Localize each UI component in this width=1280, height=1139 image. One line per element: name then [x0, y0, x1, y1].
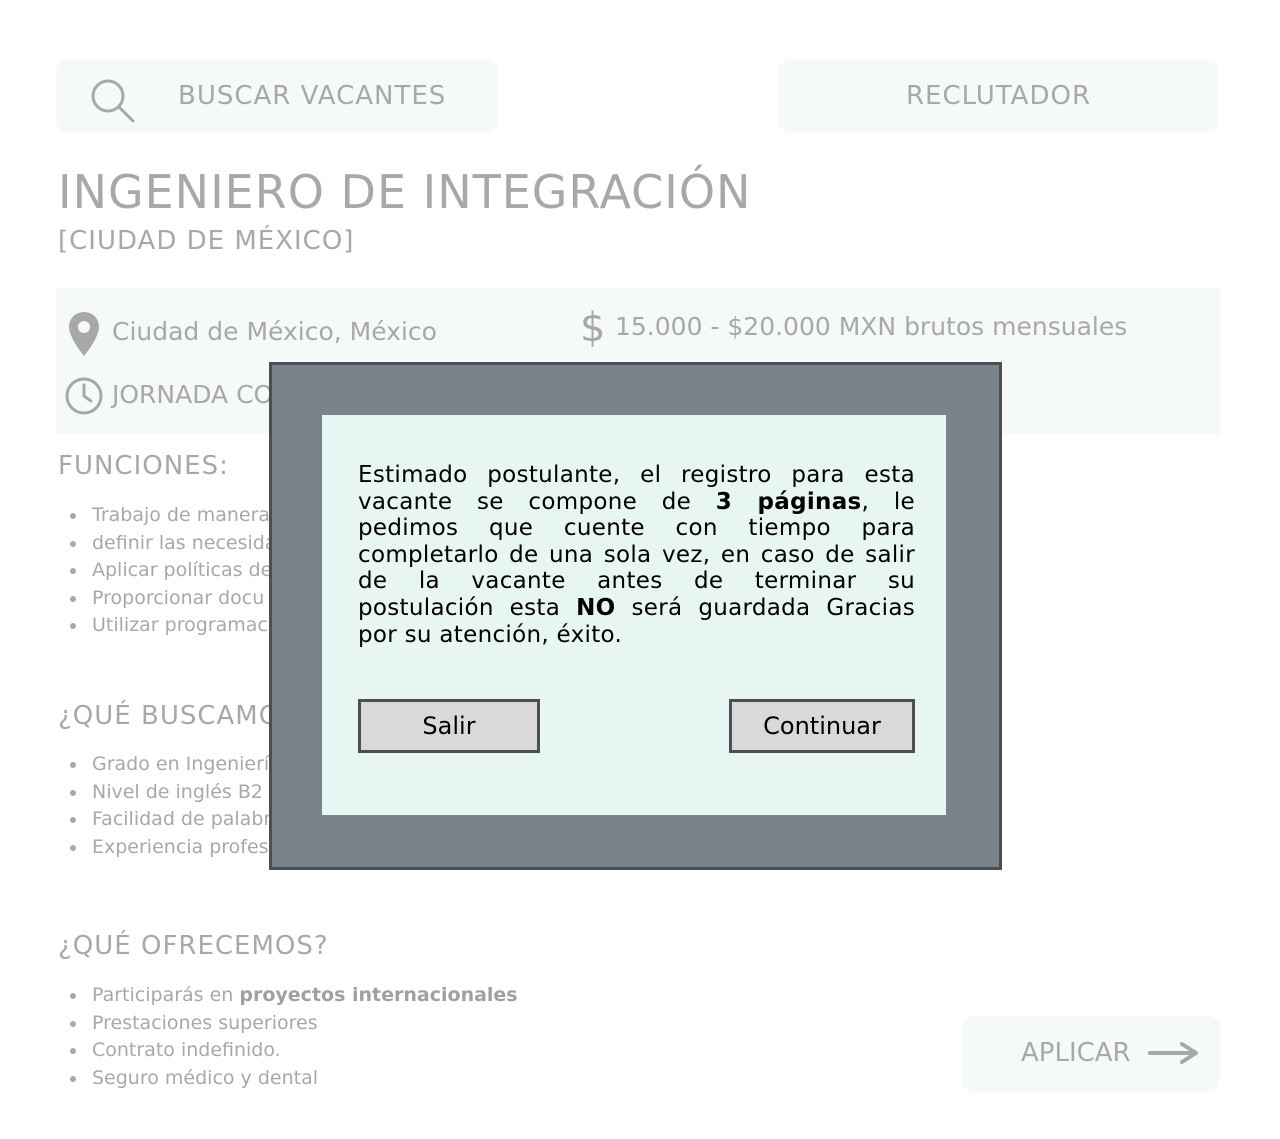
search-icon: [91, 79, 135, 123]
job-salary: 15.000 - $20.000 MXN brutos mensuales: [615, 312, 1128, 341]
list-item: Participarás en proyectos internacionale…: [68, 982, 518, 1010]
clock-icon: [65, 377, 103, 415]
arrow-right-icon: [1148, 1042, 1198, 1064]
list-item: Proporcionar docu: [68, 585, 277, 613]
requirements-list: Grado en Ingenierí Nivel de inglés B2 Fa…: [68, 751, 271, 861]
requirements-heading: ¿QUÉ BUSCAMO: [58, 701, 281, 731]
modal-message: Estimado postulante, el registro para es…: [358, 462, 915, 648]
list-item: Experiencia profes: [68, 834, 271, 862]
offer-highlight: proyectos internacionales: [239, 984, 518, 1006]
offers-heading: ¿QUÉ OFRECEMOS?: [58, 931, 329, 961]
dollar-icon: $: [580, 305, 606, 351]
offers-list: Participarás en proyectos internacionale…: [68, 982, 518, 1092]
list-item: Nivel de inglés B2: [68, 779, 271, 807]
list-item: Contrato indefinido.: [68, 1037, 518, 1065]
functions-list: Trabajo de manera definir las necesida A…: [68, 502, 277, 640]
list-item: definir las necesida: [68, 530, 277, 558]
list-item: Seguro médico y dental: [68, 1065, 518, 1093]
list-item: Grado en Ingenierí: [68, 751, 271, 779]
map-pin-icon: [69, 312, 99, 356]
message-emphasis: NO: [576, 594, 616, 621]
job-title: INGENIERO DE INTEGRACIÓN: [58, 165, 752, 219]
list-item: Trabajo de manera: [68, 502, 277, 530]
message-emphasis: 3 páginas: [715, 488, 862, 515]
list-item: Aplicar políticas de: [68, 557, 277, 585]
exit-button[interactable]: Salir: [358, 699, 540, 753]
functions-heading: FUNCIONES:: [58, 451, 229, 481]
continue-button[interactable]: Continuar: [729, 699, 915, 753]
job-location: Ciudad de México, México: [112, 317, 437, 346]
list-item: Facilidad de palabr: [68, 806, 271, 834]
job-schedule: JORNADA CO: [112, 380, 274, 409]
recruiter-label: RECLUTADOR: [905, 81, 1092, 111]
list-item: Prestaciones superiores: [68, 1010, 518, 1038]
offer-text: Participarás en: [92, 984, 240, 1006]
search-vacancies-label: BUSCAR VACANTES: [178, 81, 447, 111]
apply-label: APLICAR: [1021, 1038, 1131, 1068]
job-detail-page: BUSCAR VACANTES RECLUTADOR INGENIERO DE …: [0, 0, 1280, 1139]
job-city: [CIUDAD DE MÉXICO]: [58, 226, 355, 256]
list-item: Utilizar programac: [68, 612, 277, 640]
